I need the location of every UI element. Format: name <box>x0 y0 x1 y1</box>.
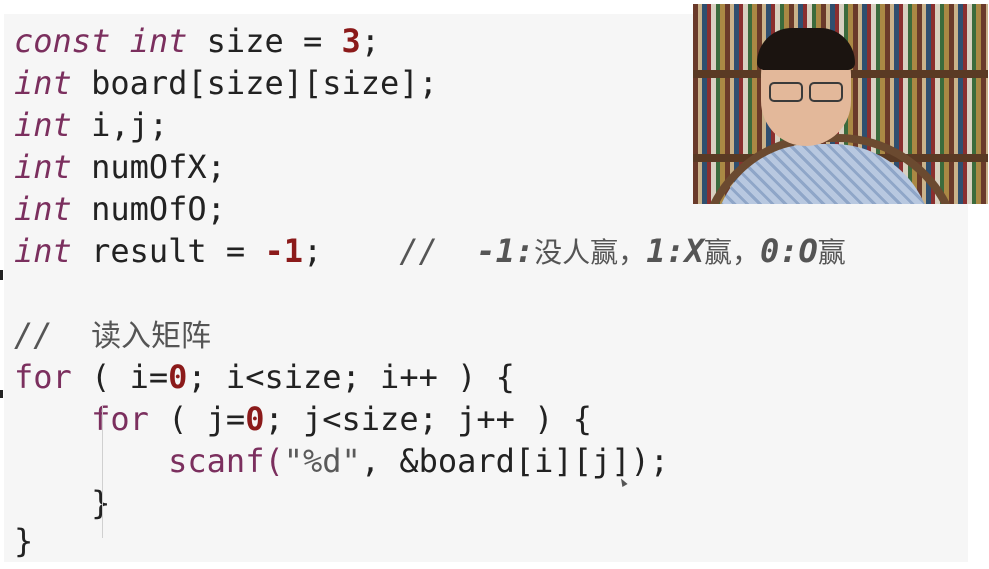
comment-text: 赢， <box>703 236 760 269</box>
comment-text: 0:O <box>760 232 818 270</box>
code-text: numOfO; <box>71 190 226 228</box>
code-text: ; i<size; i++ ) { <box>187 358 515 396</box>
number-literal: 3 <box>341 22 361 60</box>
code-line-9: for ( i=0; i<size; i++ ) { <box>14 356 515 398</box>
presenter-video <box>693 4 988 204</box>
code-line-13: } <box>14 520 33 562</box>
code-text: board[size][size]; <box>71 64 438 102</box>
code-text: numOfX; <box>71 148 226 186</box>
code-line-10: for ( j=0; j<size; j++ ) { <box>14 398 592 440</box>
glasses-icon <box>769 82 803 102</box>
code-text: i,j; <box>71 106 169 144</box>
comment-text: 1:X <box>646 232 704 270</box>
comment-marker: // <box>322 232 477 270</box>
indent-guide <box>102 406 103 538</box>
code-comment: // -1:没人赢，1:X赢，0:O赢 <box>322 232 846 270</box>
code-comment: // 读入矩阵 <box>14 316 211 354</box>
number-literal: 0 <box>245 400 265 438</box>
code-line-8: // 读入矩阵 <box>14 314 211 356</box>
number-literal: -1 <box>264 232 303 270</box>
code-line-6: int result = -1; // -1:没人赢，1:X赢，0:O赢 <box>14 230 846 272</box>
keyword: int <box>14 64 72 102</box>
keyword: int <box>14 232 72 270</box>
keyword: const int <box>14 22 188 60</box>
comment-text: 读入矩阵 <box>91 319 212 354</box>
code-line-3: int i,j; <box>14 104 168 146</box>
code-line-5: int numOfO; <box>14 188 226 230</box>
code-text: result = <box>71 232 265 270</box>
code-line-2: int board[size][size]; <box>14 62 438 104</box>
keyword: int <box>14 148 72 186</box>
code-line-1: const int size = 3; <box>14 20 380 62</box>
glasses-icon <box>809 82 843 102</box>
function-name: scanf( <box>168 442 284 480</box>
code-text: } <box>14 484 111 522</box>
comment-text: -1: <box>476 232 535 270</box>
keyword: int <box>14 106 72 144</box>
code-text: ; <box>302 232 323 270</box>
code-text: , &board[i][j]); <box>360 442 670 480</box>
comment-text: 没人赢， <box>534 236 647 269</box>
edge-mark <box>0 390 3 398</box>
code-text: ; j<size; j++ ) { <box>264 400 592 438</box>
presenter-hair <box>757 28 855 70</box>
keyword: int <box>14 190 72 228</box>
edge-mark <box>0 270 3 280</box>
code-text: ( j= <box>148 400 246 438</box>
code-text: ( i= <box>71 358 169 396</box>
number-literal: 0 <box>168 358 188 396</box>
keyword: for <box>14 358 72 396</box>
lecture-slide: const int size = 3; int board[size][size… <box>0 0 989 569</box>
code-line-11: scanf("%d", &board[i][j]); <box>14 440 669 482</box>
comment-text: 赢 <box>817 236 846 269</box>
keyword: for <box>91 400 149 438</box>
string-literal: "%d" <box>283 442 361 480</box>
code-text: } <box>14 522 34 560</box>
comment-marker: // <box>14 316 92 354</box>
code-line-12: } <box>14 482 110 524</box>
code-text: ; <box>360 22 381 60</box>
code-text: size = <box>187 22 342 60</box>
code-line-4: int numOfX; <box>14 146 226 188</box>
